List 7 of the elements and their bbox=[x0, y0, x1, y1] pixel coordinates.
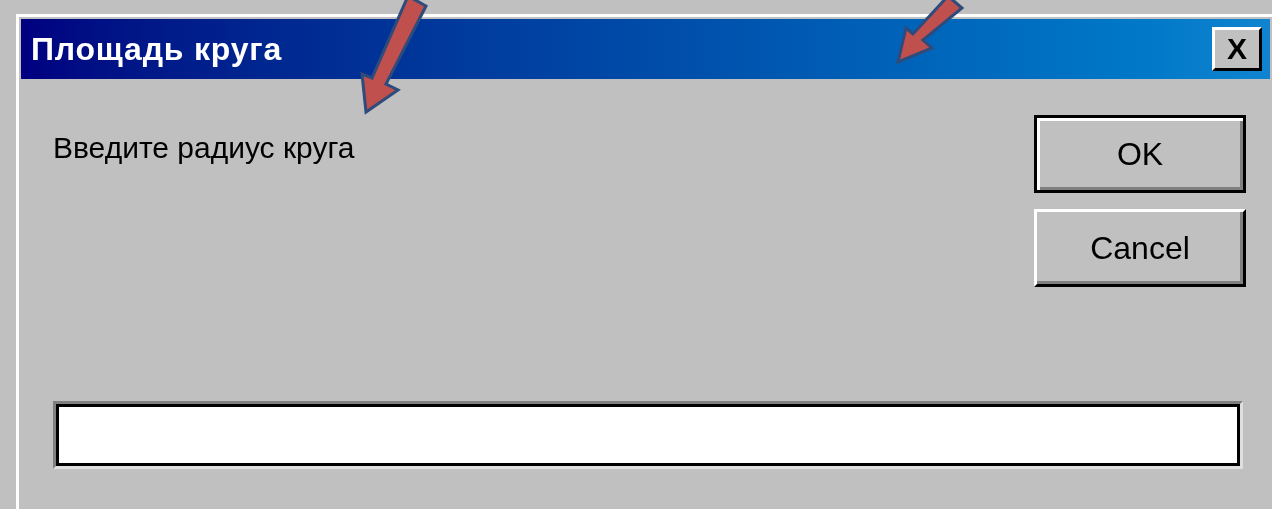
prompt-label: Введите радиус круга bbox=[53, 130, 355, 166]
window-title: Площадь круга bbox=[31, 30, 282, 69]
dialog-button[interactable]: Cancel bbox=[1034, 209, 1246, 287]
close-button[interactable]: X bbox=[1212, 27, 1262, 71]
dialog-button[interactable]: OK bbox=[1034, 115, 1246, 193]
input-field[interactable] bbox=[53, 401, 1243, 469]
annotation-arrow bbox=[895, 0, 965, 65]
